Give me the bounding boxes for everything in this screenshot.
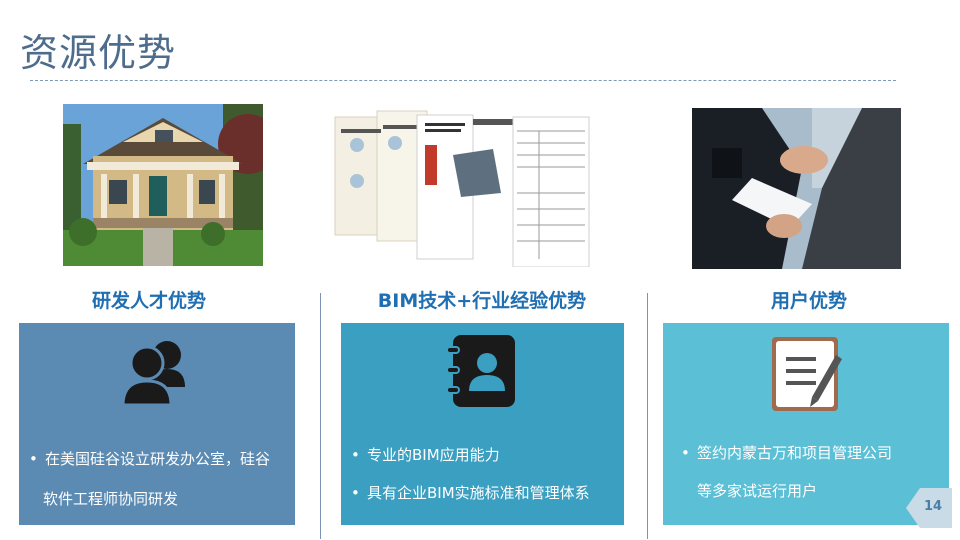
title-divider [30,80,896,81]
document-edit-icon [663,331,949,413]
users-icon [19,331,295,413]
column-divider-right [647,293,648,539]
list-item: 在美国硅谷设立研发办公室，硅谷 [25,447,291,471]
rd-talent-card: 在美国硅谷设立研发办公室，硅谷 软件工程师协同研发 [19,323,295,525]
page-number-badge: 14 [906,488,952,528]
rd-talent-bullets: 在美国硅谷设立研发办公室，硅谷 软件工程师协同研发 [25,447,291,511]
list-item-continuation: 软件工程师协同研发 [43,490,179,508]
heading-rd-talent: 研发人才优势 [91,290,206,312]
house-photo [63,104,263,266]
handshake-photo [692,108,901,269]
page-title: 资源优势 [20,31,177,75]
bim-experience-bullets: 专业的BIM应用能力 具有企业BIM实施标准和管理体系 [347,443,619,505]
heading-bim-experience: BIM技术+行业经验优势 [377,290,587,312]
user-advantage-bullets: 签约内蒙古万和项目管理公司 等多家试运行用户 [677,441,945,503]
list-item-continuation: 等多家试运行用户 [697,482,818,500]
certificates-photo [333,109,591,267]
contact-book-icon [341,331,624,413]
heading-user-advantage: 用户优势 [770,290,847,312]
page-number: 14 [924,499,943,514]
list-item: 具有企业BIM实施标准和管理体系 [347,481,619,505]
list-item: 专业的BIM应用能力 [347,443,619,467]
column-divider-left [320,293,321,539]
bim-experience-card: 专业的BIM应用能力 具有企业BIM实施标准和管理体系 [341,323,624,525]
list-item: 签约内蒙古万和项目管理公司 [677,441,945,465]
